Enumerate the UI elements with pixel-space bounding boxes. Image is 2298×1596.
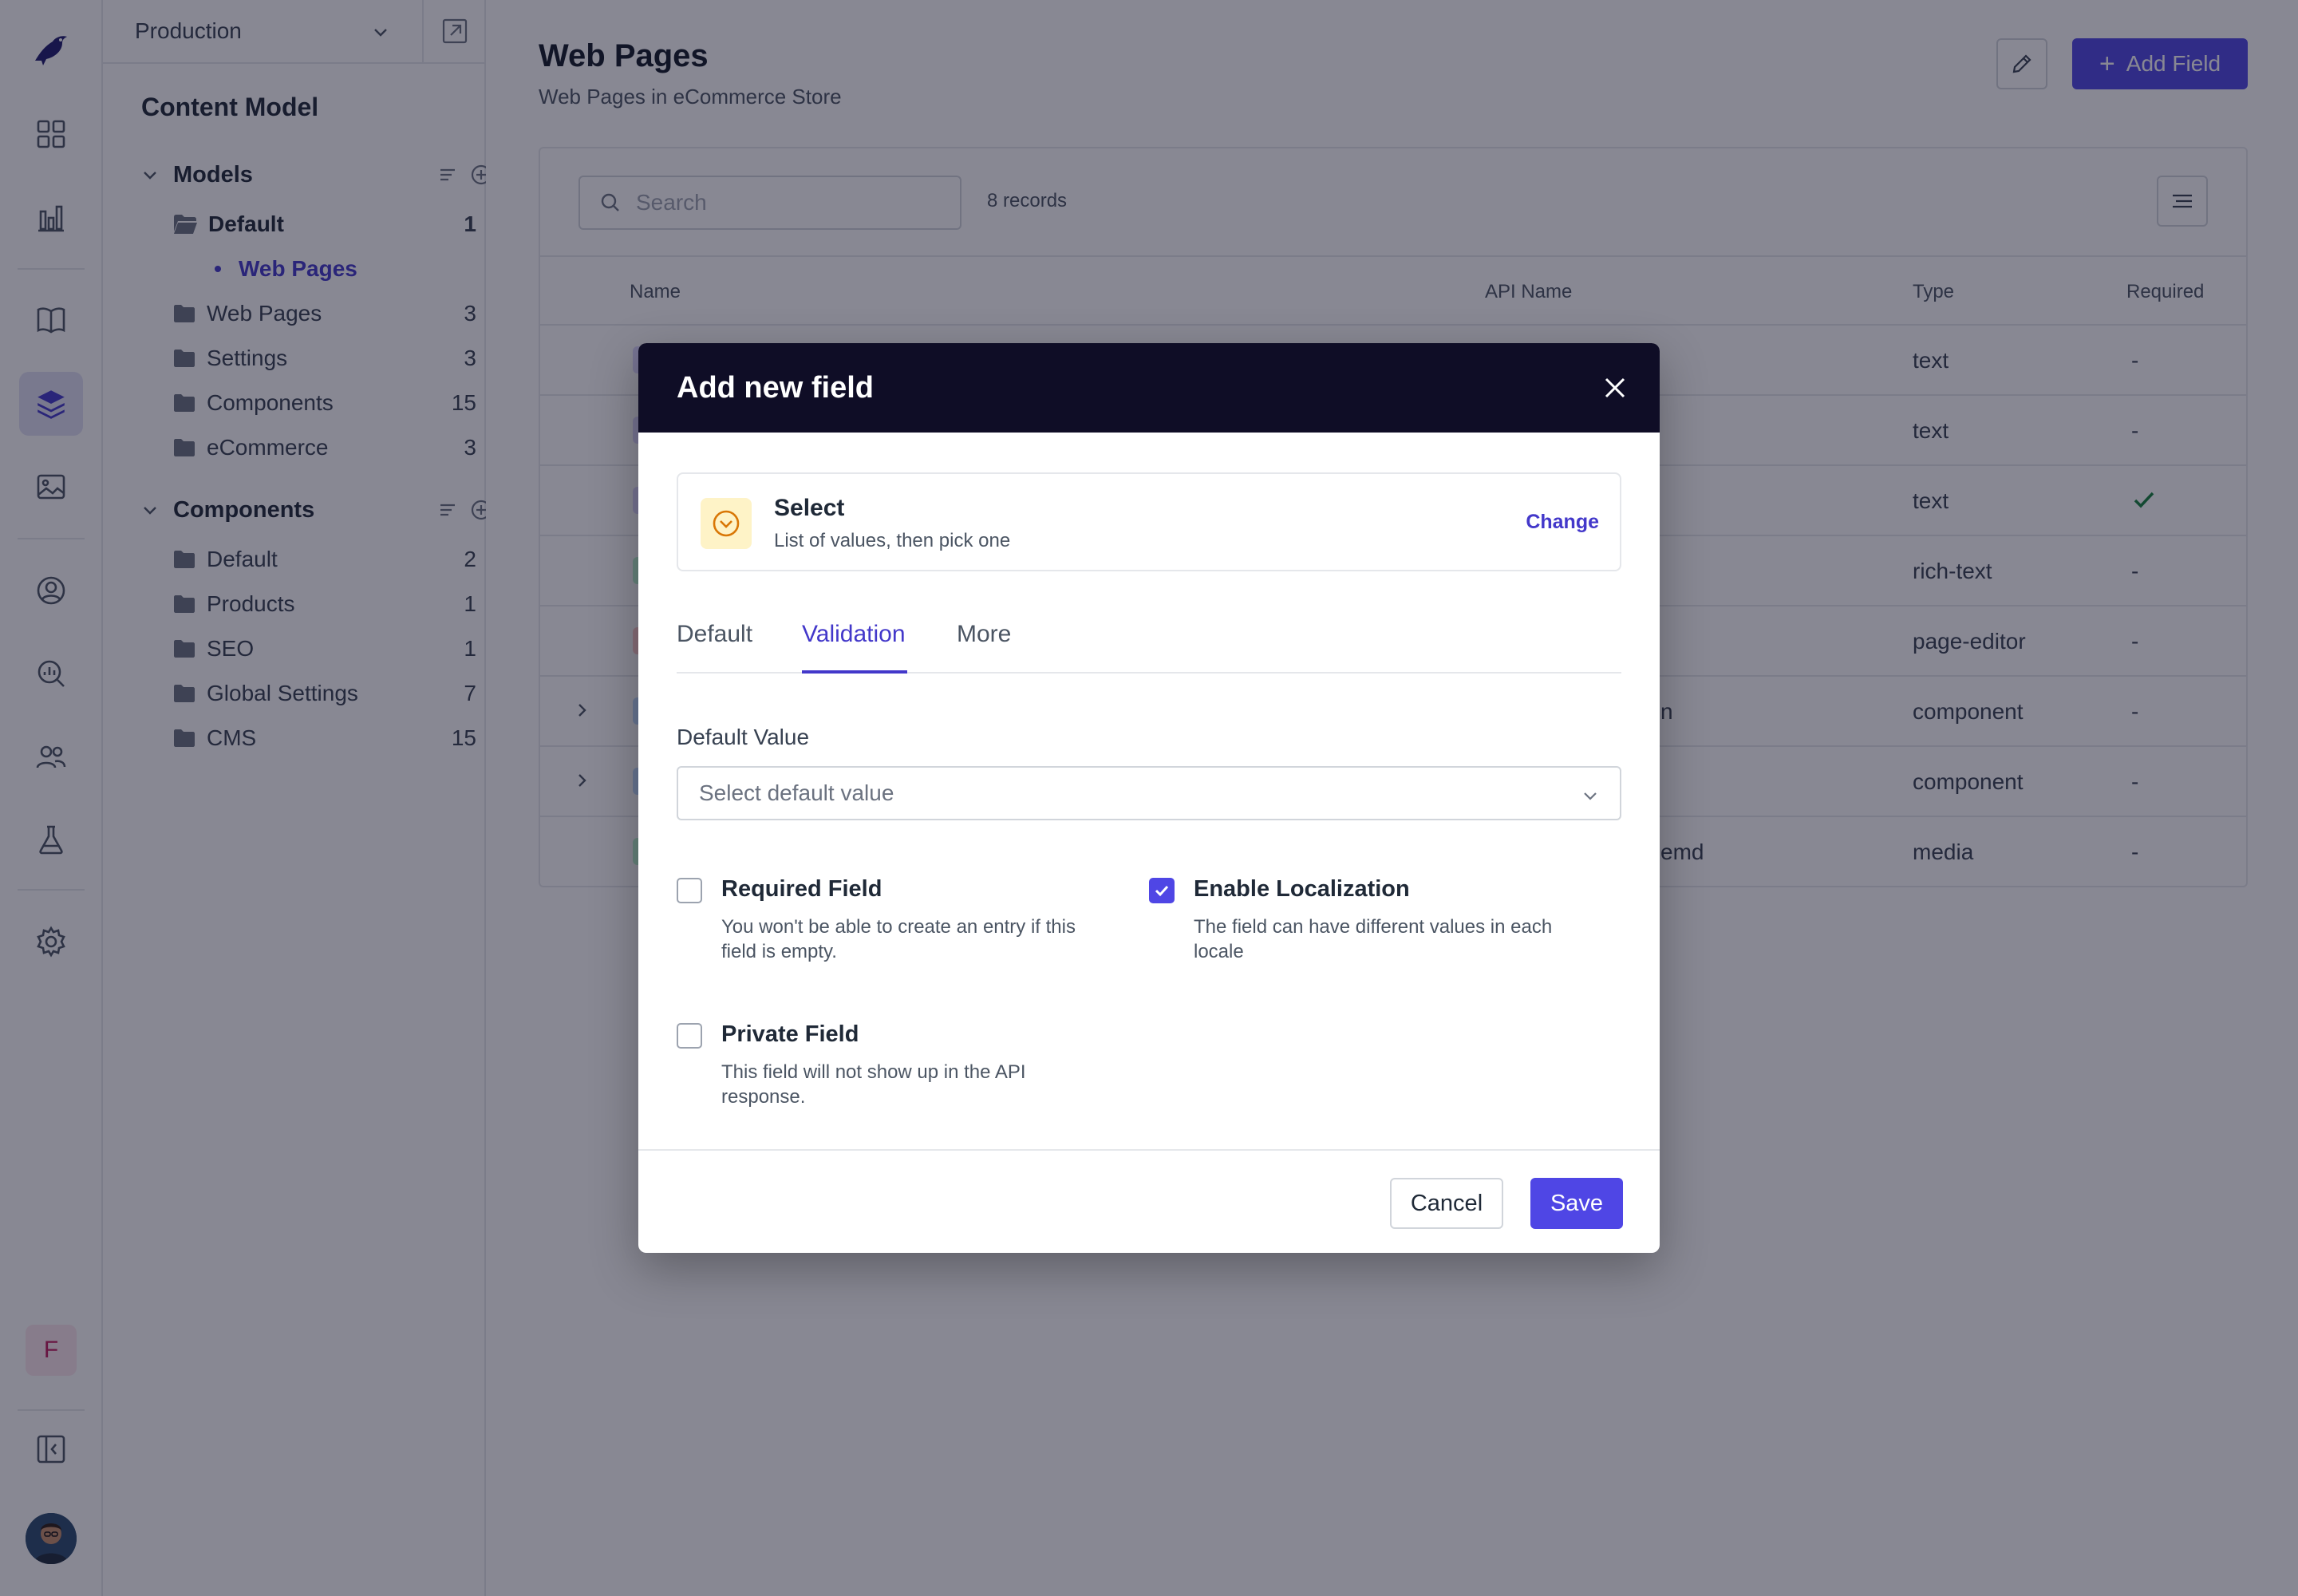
tab-default[interactable]: Default bbox=[677, 621, 753, 674]
option-description: This field will not show up in the API r… bbox=[721, 1061, 1026, 1108]
dialog-footer: Cancel Save bbox=[638, 1149, 1660, 1253]
add-field-dialog: Add new field Select List of values, the… bbox=[638, 343, 1660, 1253]
dialog-tabs: Default Validation More bbox=[677, 621, 1621, 674]
option-description: You won't be able to create an entry if … bbox=[721, 916, 1076, 962]
select-dropdown-icon bbox=[701, 498, 752, 549]
dialog-title: Add new field bbox=[677, 370, 874, 405]
field-type-description: List of values, then pick one bbox=[774, 530, 1011, 551]
default-value-placeholder: Select default value bbox=[699, 780, 894, 805]
tab-validation[interactable]: Validation bbox=[802, 621, 907, 674]
close-icon[interactable] bbox=[1599, 372, 1631, 404]
required-field-option: Required Field You won't be able to crea… bbox=[677, 876, 1108, 980]
enable-localization-checkbox[interactable] bbox=[1149, 878, 1175, 903]
required-field-checkbox[interactable] bbox=[677, 878, 702, 903]
dialog-header: Add new field bbox=[638, 343, 1660, 433]
change-type-link[interactable]: Change bbox=[1526, 511, 1599, 534]
option-description: The field can have different values in e… bbox=[1194, 916, 1553, 962]
private-field-checkbox[interactable] bbox=[677, 1023, 702, 1049]
chevron-down-icon bbox=[1581, 787, 1599, 804]
enable-localization-option: Enable Localization The field can have d… bbox=[1149, 876, 1580, 980]
option-title: Enable Localization bbox=[1194, 876, 1410, 902]
field-type-card: Select List of values, then pick one Cha… bbox=[677, 472, 1621, 571]
cancel-button[interactable]: Cancel bbox=[1390, 1178, 1503, 1229]
option-title: Required Field bbox=[721, 876, 882, 902]
option-title: Private Field bbox=[721, 1021, 859, 1047]
default-value-label: Default Value bbox=[677, 725, 810, 749]
default-value-select[interactable]: Select default value bbox=[677, 766, 1621, 820]
save-button[interactable]: Save bbox=[1530, 1178, 1623, 1229]
field-type-name: Select bbox=[774, 495, 845, 521]
tab-more[interactable]: More bbox=[957, 621, 1021, 674]
private-field-option: Private Field This field will not show u… bbox=[677, 1021, 1108, 1125]
